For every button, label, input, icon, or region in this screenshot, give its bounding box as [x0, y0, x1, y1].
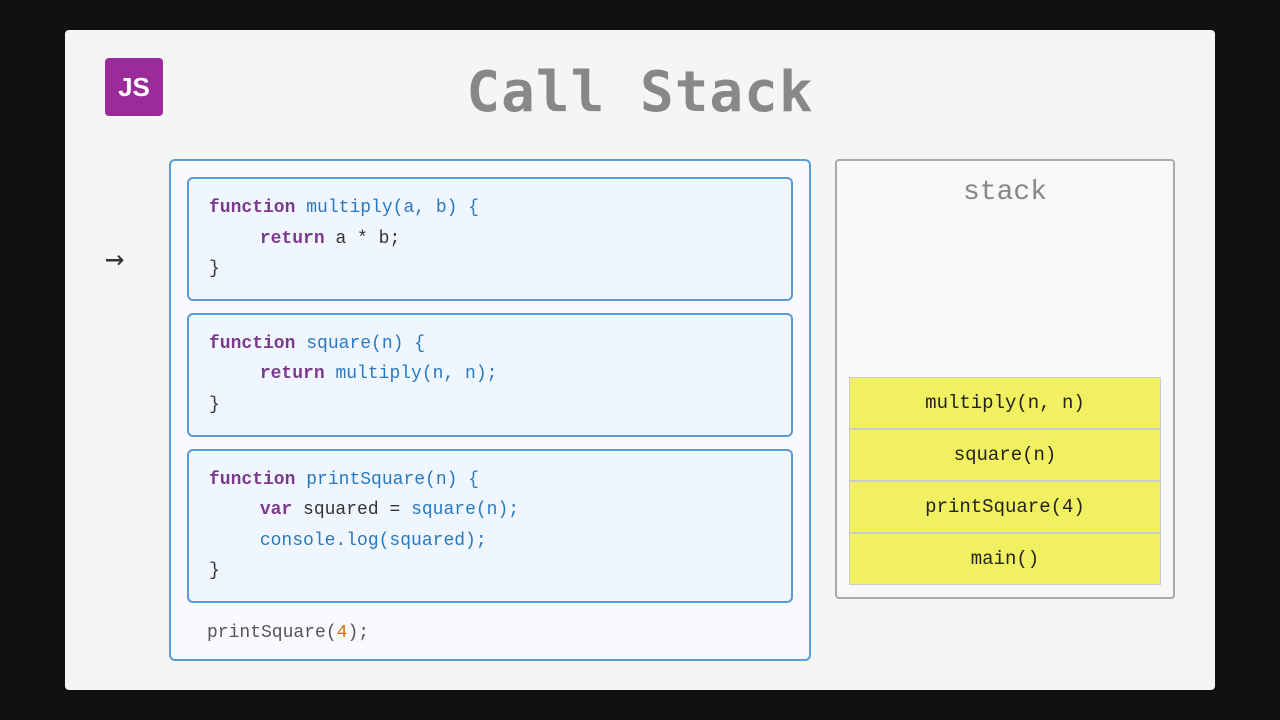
slide: JS Call Stack → function multiply(a, b) …	[65, 30, 1215, 690]
keyword-return: return	[260, 229, 325, 249]
code-line: }	[209, 556, 771, 587]
code-line: }	[209, 390, 771, 421]
code-text: squared =	[303, 500, 411, 520]
code-line: function square(n) {	[209, 329, 771, 360]
code-line: function multiply(a, b) {	[209, 193, 771, 224]
code-text: a * b;	[335, 229, 400, 249]
code-text: }	[209, 561, 220, 581]
fn-call-consolelog: console.log(squared);	[260, 531, 487, 551]
code-line: function printSquare(n) {	[209, 465, 771, 496]
code-line: var squared = square(n);	[209, 495, 771, 526]
call-num: 4	[337, 623, 348, 643]
stack-entries: multiply(n, n) square(n) printSquare(4) …	[849, 377, 1161, 585]
stack-item-square: square(n)	[849, 429, 1161, 481]
arrow: →	[105, 159, 145, 277]
code-block-printsquare: function printSquare(n) { var squared = …	[187, 449, 793, 603]
keyword-return: return	[260, 364, 325, 384]
fn-call-square: square(n);	[411, 500, 519, 520]
keyword-var: var	[260, 500, 292, 520]
code-block-multiply: function multiply(a, b) { return a * b; …	[187, 177, 793, 301]
js-logo-text: JS	[118, 72, 150, 103]
fn-square: square(n) {	[306, 334, 425, 354]
call-suffix: );	[347, 623, 369, 643]
code-text: }	[209, 259, 220, 279]
call-line: printSquare(4);	[187, 615, 793, 643]
code-line: console.log(squared);	[209, 526, 771, 557]
content-area: → function multiply(a, b) { return a * b…	[105, 159, 1175, 661]
fn-multiply: multiply(a, b) {	[306, 198, 479, 218]
code-panel: function multiply(a, b) { return a * b; …	[169, 159, 811, 661]
call-prefix: printSquare(	[207, 623, 337, 643]
fn-printsquare: printSquare(n) {	[306, 470, 479, 490]
stack-panel: stack multiply(n, n) square(n) printSqua…	[835, 159, 1175, 599]
fn-call-multiply: multiply(n, n);	[335, 364, 497, 384]
code-line: return multiply(n, n);	[209, 359, 771, 390]
stack-label: stack	[963, 177, 1047, 208]
code-line: return a * b;	[209, 224, 771, 255]
keyword-function: function	[209, 470, 295, 490]
code-text: }	[209, 395, 220, 415]
code-block-square: function square(n) { return multiply(n, …	[187, 313, 793, 437]
page-title: Call Stack	[466, 60, 813, 125]
stack-item-printsquare: printSquare(4)	[849, 481, 1161, 533]
stack-item-main: main()	[849, 533, 1161, 585]
stack-item-multiply: multiply(n, n)	[849, 377, 1161, 429]
js-logo: JS	[105, 58, 163, 116]
keyword-function: function	[209, 198, 295, 218]
code-line: }	[209, 254, 771, 285]
keyword-function: function	[209, 334, 295, 354]
